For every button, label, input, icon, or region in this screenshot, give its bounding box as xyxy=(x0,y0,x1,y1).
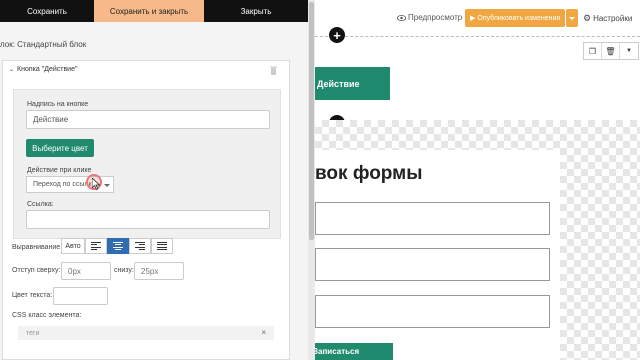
settings-link[interactable]: ⚙ Настройки xyxy=(583,13,632,24)
editor-panel: Сохранить Сохранить и закрыть Закрыть ло… xyxy=(0,0,315,360)
button-options-group: Надпись на кнопке Действие Выберите цвет… xyxy=(13,89,281,239)
css-class-tags-input[interactable]: теги × xyxy=(18,326,274,340)
link-label: Ссылка: xyxy=(27,201,54,208)
align-justify-button[interactable] xyxy=(151,238,173,254)
align-justify-icon xyxy=(157,242,167,250)
chevron-down-icon[interactable]: ▼ xyxy=(620,43,638,59)
align-button-group: Авто xyxy=(61,238,173,254)
align-left-icon xyxy=(91,242,101,250)
align-center-button[interactable] xyxy=(107,238,129,254)
publish-dropdown-button[interactable] xyxy=(566,9,578,27)
scrollbar-thumb[interactable] xyxy=(309,2,314,240)
align-auto-button[interactable]: Авто xyxy=(61,238,85,254)
submit-label: Записаться xyxy=(315,347,360,356)
align-right-icon xyxy=(135,242,145,250)
button-text-input[interactable]: Действие xyxy=(26,110,270,129)
form-field[interactable] xyxy=(315,202,550,235)
chevron-down-icon: ⌄ xyxy=(9,67,15,73)
align-left-button[interactable] xyxy=(85,238,107,254)
preview-action-button[interactable]: Действие xyxy=(315,67,390,100)
align-label: Выравнивание xyxy=(12,244,61,251)
app-root: Сохранить Сохранить и закрыть Закрыть ло… xyxy=(0,0,640,360)
settings-label: Настройки xyxy=(593,14,633,23)
clear-icon[interactable]: × xyxy=(261,328,266,337)
card-header[interactable]: ⌄ Кнопка "Действие" xyxy=(9,66,77,73)
close-button[interactable]: Закрыть xyxy=(204,0,308,22)
form-field[interactable] xyxy=(315,248,550,281)
form-field[interactable] xyxy=(315,295,550,328)
align-center-icon xyxy=(113,242,123,250)
block-divider xyxy=(315,36,640,37)
editor-scrollbar[interactable] xyxy=(308,0,315,360)
block-tools: ❐ 🗑 ▼ xyxy=(583,42,639,60)
indent-bottom-label: снизу: xyxy=(114,267,134,274)
link-input[interactable] xyxy=(26,210,270,229)
tags-placeholder: теги xyxy=(26,329,40,337)
card-title: Кнопка "Действие" xyxy=(17,66,78,73)
trash-icon[interactable] xyxy=(270,66,277,75)
preview-toolbar: Предпросмотр ▶ Опубликовать изменения ⚙ … xyxy=(315,0,640,36)
indent-bottom-input[interactable] xyxy=(134,262,184,280)
preview-label: Предпросмотр xyxy=(408,13,463,22)
chevron-down-icon xyxy=(104,184,110,187)
page-preview: Предпросмотр ▶ Опубликовать изменения ⚙ … xyxy=(315,0,640,360)
choose-color-button[interactable]: Выберите цвет xyxy=(26,139,94,157)
block-title: лок: Стандартный блок xyxy=(0,40,87,49)
indent-top-input[interactable] xyxy=(61,262,111,280)
text-color-label: Цвет текста: xyxy=(12,292,53,299)
mouse-pointer-icon xyxy=(92,178,101,190)
indent-top-label: Отступ сверху: xyxy=(12,267,61,274)
eye-icon xyxy=(397,14,406,21)
form-title: вок формы xyxy=(315,163,423,184)
align-right-button[interactable] xyxy=(129,238,151,254)
trash-icon[interactable]: 🗑 xyxy=(602,43,620,59)
preview-link[interactable]: Предпросмотр xyxy=(397,13,462,22)
button-text-label: Надпись на кнопке xyxy=(27,101,89,108)
submit-button[interactable]: Записаться xyxy=(315,343,393,360)
css-class-label: CSS класс элемента: xyxy=(12,312,82,319)
save-button[interactable]: Сохранить xyxy=(0,0,94,22)
add-block-icon[interactable]: + xyxy=(329,27,345,43)
click-action-label: Действие при клике xyxy=(27,167,92,174)
publish-button[interactable]: ▶ Опубликовать изменения xyxy=(465,9,565,27)
gear-icon: ⚙ xyxy=(583,13,592,23)
save-and-close-button[interactable]: Сохранить и закрыть xyxy=(94,0,204,22)
editor-topbar: Сохранить Сохранить и закрыть Закрыть xyxy=(0,0,308,22)
text-color-input[interactable] xyxy=(53,287,108,305)
copy-icon[interactable]: ❐ xyxy=(584,43,602,59)
